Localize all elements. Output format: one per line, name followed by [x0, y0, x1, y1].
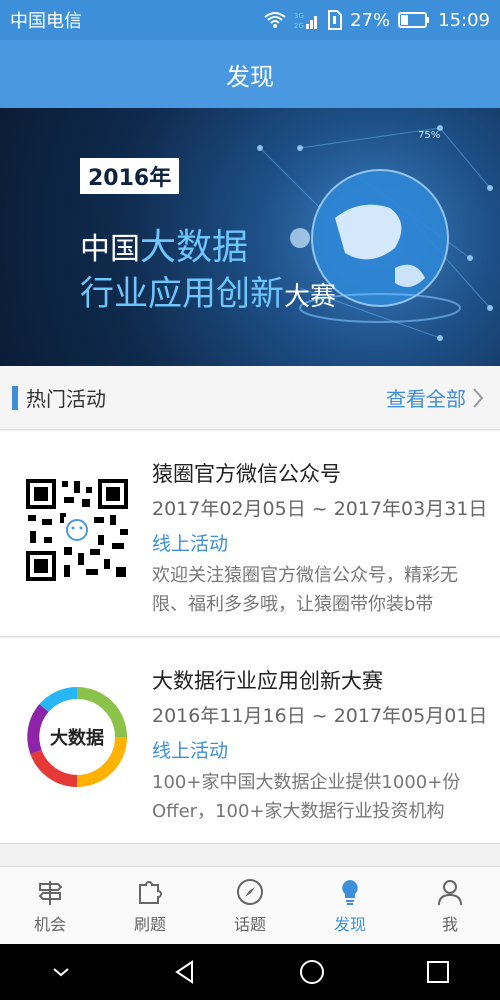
page-title: 发现 — [226, 62, 274, 91]
banner-prefix: 中国 — [80, 232, 140, 267]
lightbulb-icon — [342, 879, 358, 905]
promo-banner[interactable]: 75% 2016年 中国大数据 行业应用创新大赛 — [0, 108, 500, 366]
person-icon — [438, 879, 462, 905]
hot-activities-header: 热门活动 查看全部 — [0, 366, 500, 430]
activity-card[interactable]: 大数据 大数据行业应用创新大赛 2016年11月16日 ~ 2017年05月01… — [0, 638, 500, 844]
nav-item-discover[interactable]: 发现 — [300, 867, 400, 944]
battery-icon — [398, 12, 430, 28]
qr-code-image — [24, 477, 130, 583]
activity-desc: 100+家中国大数据企业提供1000+份Offer，100+家大数据行业投资机构 — [152, 772, 461, 822]
logo-text: 大数据 — [50, 728, 104, 749]
signal-icon: 3G 2G — [294, 12, 318, 30]
carrier-name: 中国电信 — [10, 11, 82, 32]
section-accent-bar — [12, 385, 18, 410]
nav-item-practice[interactable]: 刷题 — [100, 867, 200, 944]
nav-label: 话题 — [233, 914, 266, 934]
compass-icon — [237, 878, 263, 905]
activity-date: 2017年02月05日 ~ 2017年03月31日 — [152, 498, 488, 520]
banner-highlight: 大数据 — [140, 227, 249, 268]
activity-desc: 欢迎关注猿圈官方微信公众号，精彩无限、福利多多哦，让猿圈带你装b带 — [152, 565, 458, 615]
sim-icon — [328, 10, 343, 30]
chevron-right-icon[interactable] — [472, 387, 484, 409]
activity-type: 线上活动 — [152, 740, 229, 762]
status-icons: 3G 2G 27% 15:09 — [264, 10, 490, 31]
data-network-graphic: 75% — [257, 125, 493, 341]
nav-label: 我 — [441, 914, 458, 934]
home-circle-icon[interactable] — [299, 959, 325, 985]
view-all-link[interactable]: 查看全部 — [386, 383, 466, 412]
recents-square-icon[interactable] — [426, 960, 450, 984]
banner-suffix: 大赛 — [284, 282, 337, 312]
clock: 15:09 — [438, 9, 490, 31]
nav-item-opportunities[interactable]: 机会 — [0, 867, 100, 944]
nav-label: 机会 — [33, 914, 66, 934]
activity-date: 2016年11月16日 ~ 2017年05月01日 — [152, 705, 488, 727]
activity-info: 猿圈官方微信公众号 2017年02月05日 ~ 2017年03月31日 线上活动… — [152, 457, 488, 619]
nav-label: 刷题 — [133, 914, 166, 934]
activity-info: 大数据行业应用创新大赛 2016年11月16日 ~ 2017年05月01日 线上… — [152, 664, 488, 826]
signpost-icon — [38, 880, 63, 905]
activity-card[interactable]: 猿圈官方微信公众号 2017年02月05日 ~ 2017年03月31日 线上活动… — [0, 431, 500, 637]
wifi-icon — [264, 12, 286, 28]
system-nav-bar — [0, 944, 500, 1000]
banner-headline-2: 行业应用创新大赛 — [80, 266, 336, 315]
title-bar: 发现 — [0, 40, 500, 108]
banner-main: 行业应用创新 — [80, 274, 284, 314]
nav-label: 发现 — [333, 914, 366, 934]
svg-text:75%: 75% — [418, 130, 440, 141]
svg-text:2G: 2G — [294, 22, 304, 30]
activity-name: 猿圈官方微信公众号 — [152, 462, 341, 486]
activity-name: 大数据行业应用创新大赛 — [152, 669, 383, 693]
banner-headline-1: 中国大数据 — [80, 218, 248, 270]
puzzle-icon — [139, 880, 162, 904]
activity-type: 线上活动 — [152, 533, 229, 555]
nav-item-topics[interactable]: 话题 — [200, 867, 300, 944]
svg-text:3G: 3G — [294, 12, 304, 20]
section-title: 热门活动 — [26, 387, 106, 411]
bottom-nav: 机会 刷题 话题 发现 我 — [0, 866, 500, 944]
bigdata-logo: 大数据 — [24, 684, 130, 790]
nav-item-me[interactable]: 我 — [400, 867, 500, 944]
status-bar: 中国电信 3G 2G 27% 15:09 — [0, 0, 500, 40]
back-triangle-icon[interactable] — [172, 959, 198, 985]
battery-percent: 27% — [350, 9, 391, 31]
banner-year: 2016年 — [80, 158, 180, 194]
chevron-down-icon[interactable] — [51, 965, 71, 979]
